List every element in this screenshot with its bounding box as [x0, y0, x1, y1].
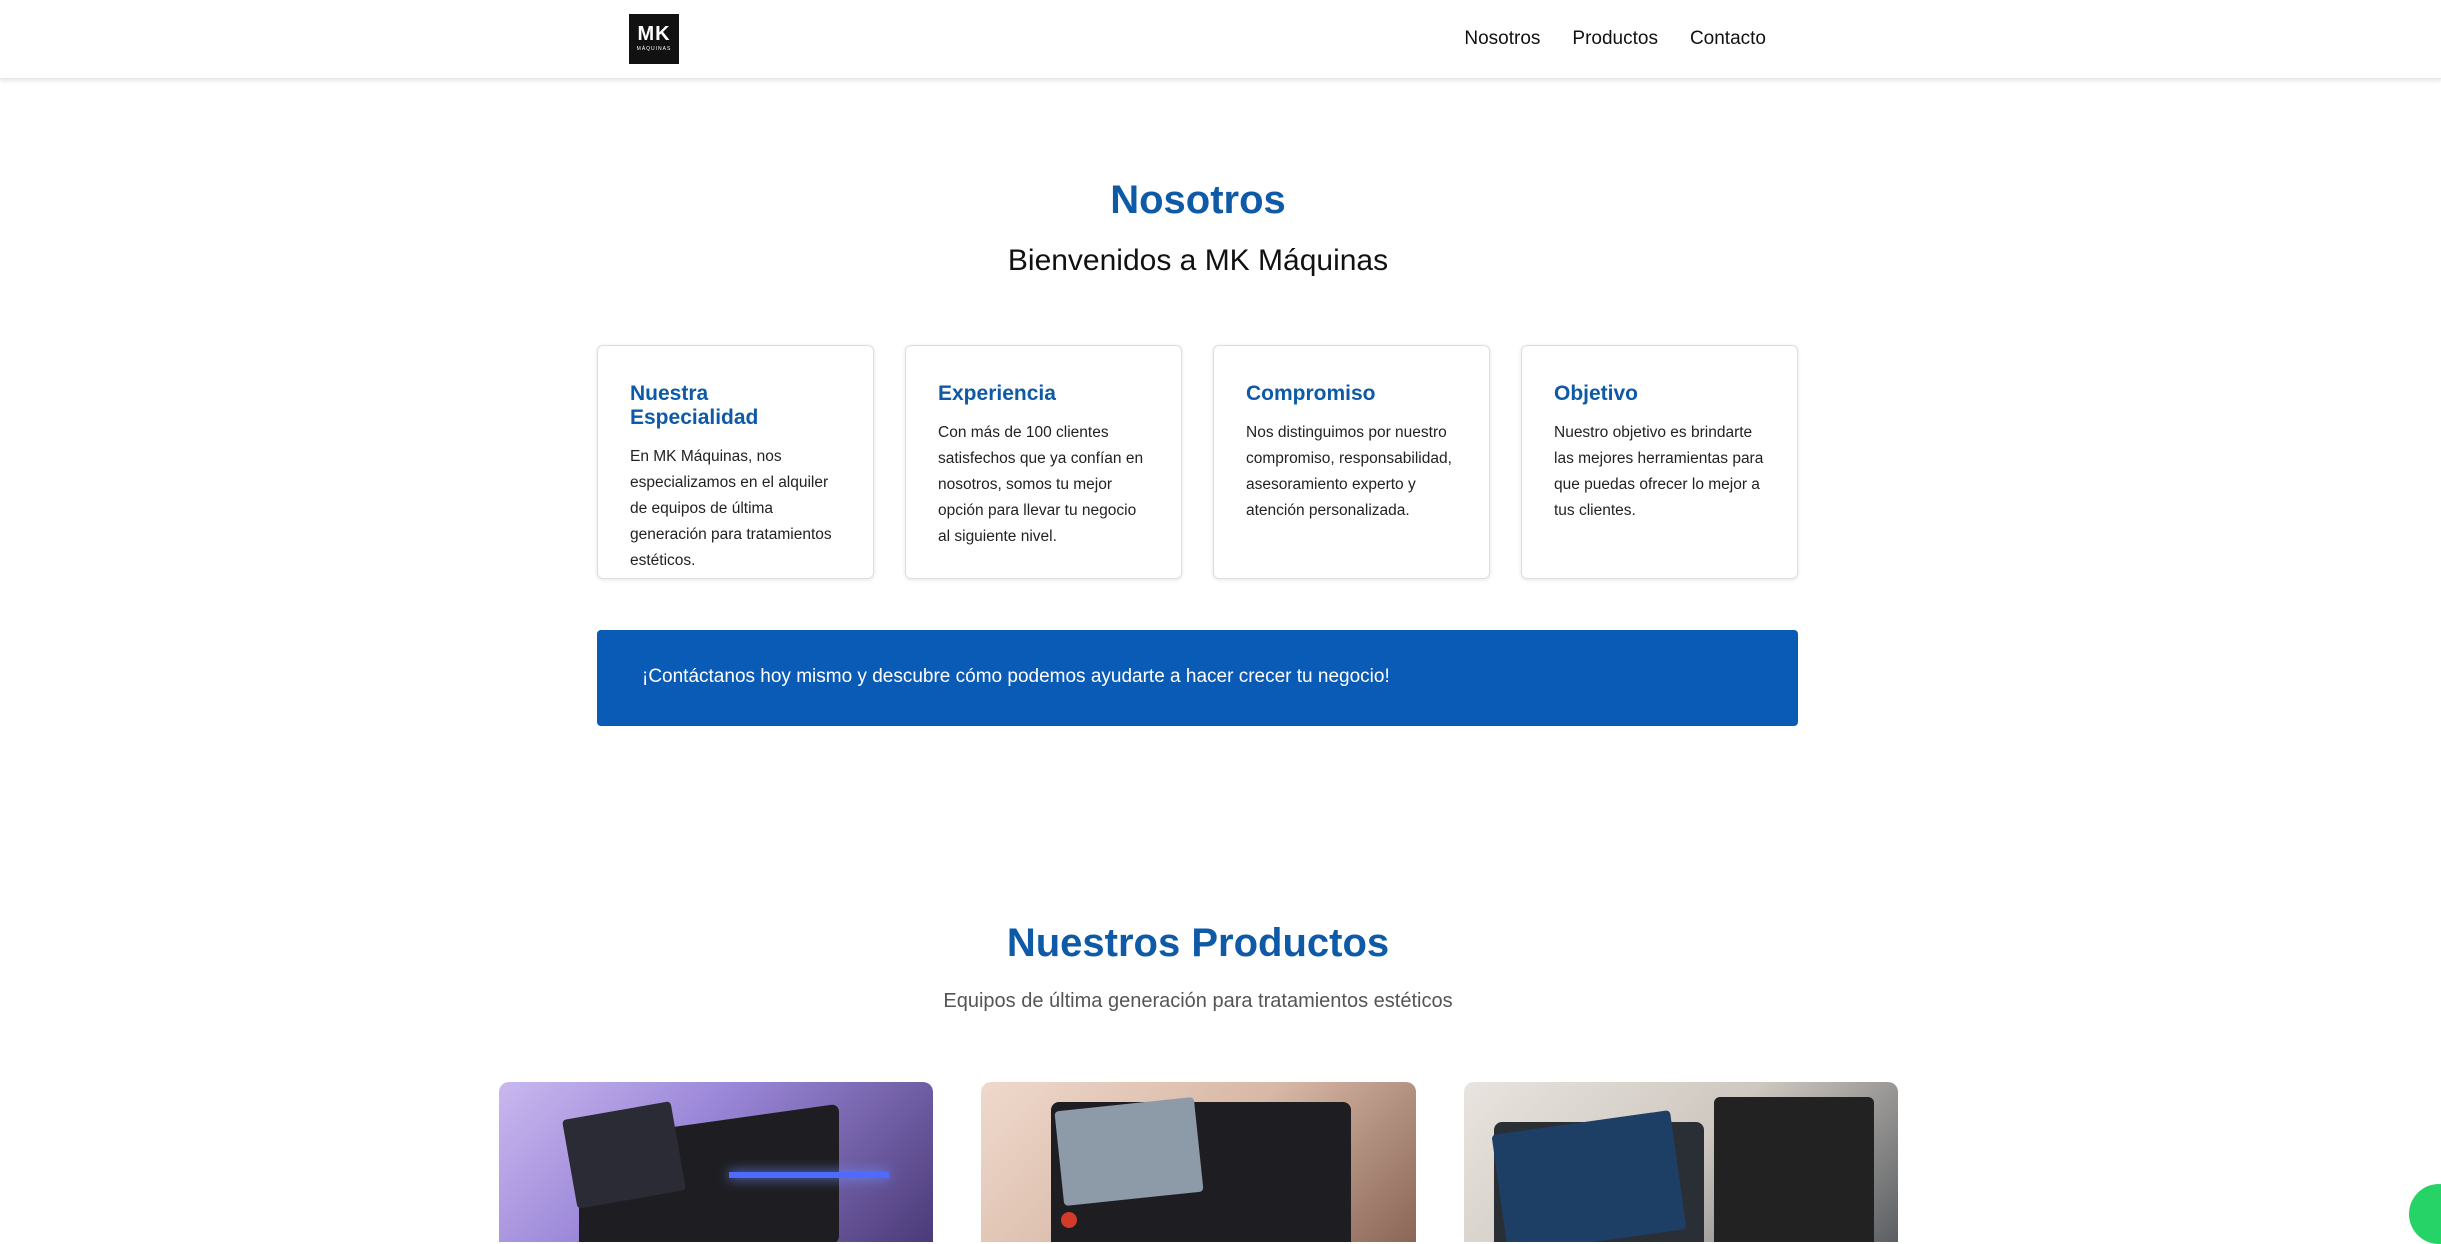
- product-image-2[interactable]: [981, 1082, 1416, 1242]
- product-image-3[interactable]: [1463, 1082, 1898, 1242]
- card-title: Nuestra Especialidad: [630, 382, 759, 429]
- products-subtitle: Equipos de última generación para tratam…: [943, 990, 1453, 1012]
- contact-banner-text: ¡Contáctanos hoy mismo y descubre cómo p…: [642, 666, 1390, 687]
- nav-link-nosotros[interactable]: Nosotros: [1464, 24, 1540, 54]
- about-title: Nosotros: [1110, 178, 1286, 222]
- nav-link-contacto[interactable]: Contacto: [1690, 24, 1766, 54]
- card-text: Nos distinguimos por nuestro compromiso,…: [1246, 424, 1452, 519]
- about-cards: Nuestra Especialidad En MK Máquinas, nos…: [597, 345, 1798, 579]
- main-nav: Nosotros Productos Contacto: [1464, 24, 1766, 54]
- brand-logo[interactable]: MK MÁQUINAS: [629, 14, 679, 64]
- nav-link-productos[interactable]: Productos: [1572, 24, 1658, 54]
- products-title: Nuestros Productos: [1006, 921, 1390, 965]
- card-text: Con más de 100 clientes satisfechos que …: [938, 424, 1144, 545]
- card-text: Nuestro objetivo es brindarte las mejore…: [1554, 424, 1764, 519]
- top-navbar: MK MÁQUINAS Nosotros Productos Contacto: [0, 0, 2441, 79]
- card-compromiso: Compromiso Nos distinguimos por nuestro …: [1213, 345, 1490, 579]
- card-text: En MK Máquinas, nos especializamos en el…: [630, 448, 832, 569]
- whatsapp-button[interactable]: [2409, 1184, 2441, 1244]
- contact-banner: ¡Contáctanos hoy mismo y descubre cómo p…: [597, 630, 1798, 726]
- product-grid: [499, 1082, 1898, 1242]
- card-title: Objetivo: [1554, 382, 1639, 405]
- about-subtitle: Bienvenidos a MK Máquinas: [1007, 244, 1389, 277]
- card-title: Experiencia: [938, 382, 1056, 405]
- card-especialidad: Nuestra Especialidad En MK Máquinas, nos…: [597, 345, 874, 579]
- logo-text: MK: [637, 23, 671, 45]
- card-objetivo: Objetivo Nuestro objetivo es brindarte l…: [1521, 345, 1798, 579]
- product-image-1[interactable]: [499, 1082, 934, 1242]
- logo-subtext: MÁQUINAS: [636, 46, 672, 52]
- card-title: Compromiso: [1246, 382, 1376, 405]
- card-experiencia: Experiencia Con más de 100 clientes sati…: [905, 345, 1182, 579]
